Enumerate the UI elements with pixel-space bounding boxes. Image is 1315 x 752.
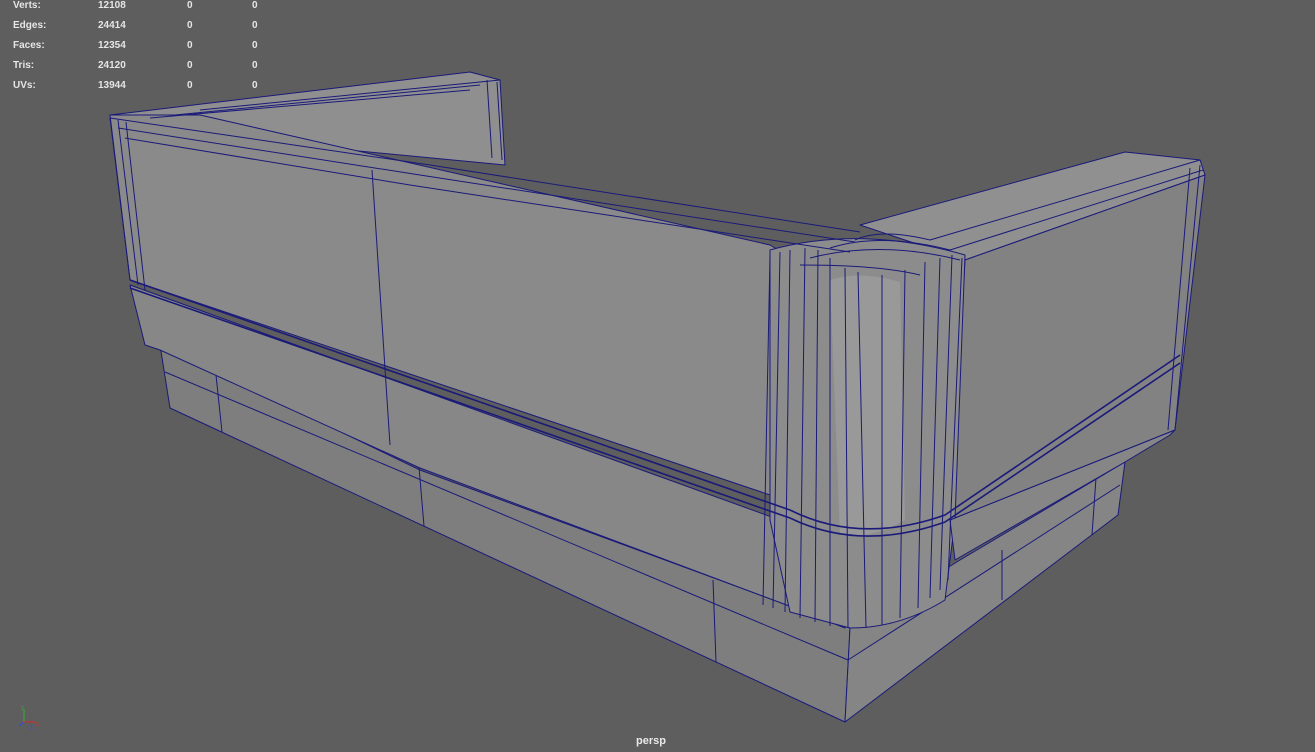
hud-label: Faces:	[13, 40, 45, 51]
hud-total: 24414	[98, 20, 126, 31]
hud-total: 13944	[98, 80, 126, 91]
hud-total: 24120	[98, 60, 126, 71]
heads-up-poly-count: Verts: 12108 0 0 Edges: 24414 0 0 Faces:…	[0, 0, 270, 96]
hud-total: 12108	[98, 0, 126, 11]
hud-row-faces: Faces: 12354 0 0	[0, 36, 270, 56]
hud-selected: 0	[187, 60, 193, 71]
hud-components: 0	[252, 40, 258, 51]
hud-row-tris: Tris: 24120 0 0	[0, 56, 270, 76]
hud-components: 0	[252, 20, 258, 31]
hud-row-uvs: UVs: 13944 0 0	[0, 76, 270, 96]
hud-components: 0	[252, 0, 258, 11]
hud-label: Edges:	[13, 20, 47, 31]
camera-name-label: persp	[636, 735, 666, 747]
hud-selected: 0	[187, 80, 193, 91]
hud-components: 0	[252, 80, 258, 91]
sofa-mesh[interactable]	[0, 0, 1315, 752]
hud-total: 12354	[98, 40, 126, 51]
hud-selected: 0	[187, 0, 193, 11]
hud-row-edges: Edges: 24414 0 0	[0, 16, 270, 36]
hud-label: Tris:	[13, 60, 35, 71]
hud-row-verts: Verts: 12108 0 0	[0, 0, 270, 16]
axis-y-label: y	[21, 705, 24, 711]
hud-label: Verts:	[13, 0, 41, 11]
hud-components: 0	[252, 60, 258, 71]
hud-selected: 0	[187, 20, 193, 31]
viewport-panel[interactable]: Verts: 12108 0 0 Edges: 24414 0 0 Faces:…	[0, 0, 1315, 752]
axis-x-label: x	[36, 722, 39, 728]
axis-z-label: z	[30, 725, 33, 730]
axis-gizmo-icon: y x z	[18, 705, 39, 730]
hud-label: UVs:	[13, 80, 36, 91]
hud-selected: 0	[187, 40, 193, 51]
